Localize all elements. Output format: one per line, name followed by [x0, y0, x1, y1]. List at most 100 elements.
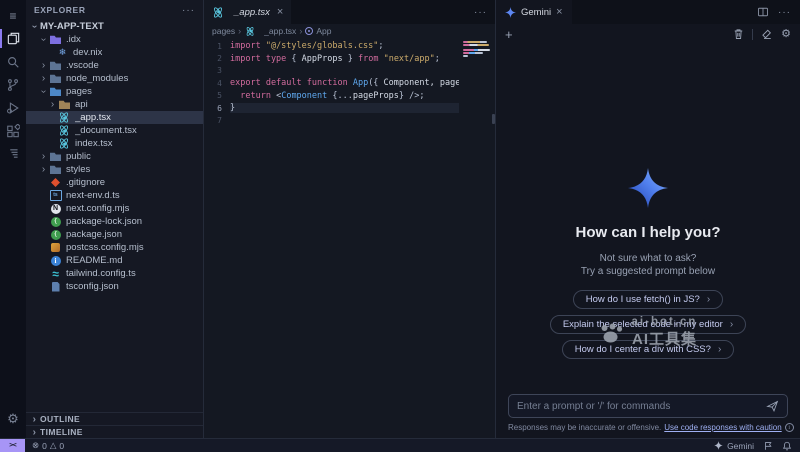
- tree-item-package-lock[interactable]: package-lock.json: [26, 215, 203, 228]
- json-icon: [49, 216, 62, 228]
- code-line: 5 return <Component {...pageProps} />;: [204, 90, 459, 102]
- gemini-settings-icon[interactable]: ⚙: [781, 29, 791, 40]
- explorer-sidebar: EXPLORER ··· MY-APP-TEXT .idx dev.nix .v…: [26, 0, 204, 438]
- prompt-input[interactable]: [517, 401, 760, 412]
- nextjs-icon: [49, 203, 62, 215]
- tree-item-idx[interactable]: .idx: [26, 33, 203, 46]
- editor-group: _app.tsx × ··· pages › _app.tsx › App 1i…: [204, 0, 496, 438]
- tree-item-next-config[interactable]: next.config.mjs: [26, 202, 203, 215]
- tree-item-node-modules[interactable]: node_modules: [26, 72, 203, 85]
- tailwind-icon: [49, 268, 62, 280]
- postcss-icon: [49, 242, 62, 254]
- gemini-subtitle: Not sure what to ask? Try a suggested pr…: [581, 252, 715, 278]
- run-debug-icon[interactable]: [0, 96, 26, 119]
- close-tab-icon[interactable]: ×: [277, 6, 283, 18]
- tree-item-public[interactable]: public: [26, 150, 203, 163]
- tree-item-postcss[interactable]: postcss.config.mjs: [26, 241, 203, 254]
- search-icon[interactable]: [0, 50, 26, 73]
- tree-item-styles[interactable]: styles: [26, 163, 203, 176]
- vscode-window: ≡ ⚙ EXPLORER: [0, 0, 800, 452]
- tree-item-gitignore[interactable]: .gitignore: [26, 176, 203, 189]
- scrollbar-thumb[interactable]: [492, 114, 495, 124]
- typescript-def-icon: [49, 190, 62, 202]
- tree-item-document-tsx[interactable]: _document.tsx: [26, 124, 203, 137]
- folder-icon: [49, 60, 62, 72]
- outline-section[interactable]: OUTLINE: [26, 412, 203, 425]
- gemini-panel: Gemini × ··· + ⚙: [496, 0, 800, 438]
- tree-item-tsconfig[interactable]: tsconfig.json: [26, 280, 203, 293]
- chevron-right-icon: [47, 99, 58, 110]
- symbol-class-icon: [305, 27, 313, 35]
- explorer-files-icon[interactable]: [0, 27, 26, 50]
- tree-item-app-tsx[interactable]: _app.tsx: [26, 111, 203, 124]
- chevron-right-icon: ›: [718, 344, 721, 355]
- tree-item-my-app-text[interactable]: MY-APP-TEXT: [26, 20, 203, 33]
- trash-icon[interactable]: [733, 28, 744, 40]
- chevron-right-icon: [38, 164, 49, 175]
- gemini-logo: [628, 166, 668, 210]
- explorer-actions-icon[interactable]: ···: [182, 5, 195, 16]
- error-icon: ⊗: [32, 440, 39, 451]
- git-icon: [49, 177, 62, 189]
- close-tab-icon[interactable]: ×: [556, 6, 562, 18]
- code-line: 2import type { AppProps } from "next/app…: [204, 52, 459, 64]
- gemini-toolbar: + ⚙: [496, 24, 800, 44]
- timeline-section[interactable]: TIMELINE: [26, 425, 203, 438]
- caution-link[interactable]: Use code responses with caution: [664, 423, 781, 432]
- editor-tabstrip: _app.tsx × ···: [204, 0, 495, 24]
- more-actions-icon[interactable]: ···: [778, 7, 791, 18]
- chevron-right-icon: [38, 73, 49, 84]
- tab-app-tsx[interactable]: _app.tsx ×: [204, 0, 291, 24]
- react-icon: [212, 6, 225, 18]
- tree-item-next-env[interactable]: next-env.d.ts: [26, 189, 203, 202]
- tree-item-readme[interactable]: README.md: [26, 254, 203, 267]
- source-control-icon[interactable]: [0, 73, 26, 96]
- chevron-right-icon: ›: [730, 319, 733, 330]
- settings-gear-icon[interactable]: ⚙: [0, 407, 26, 430]
- folder-icon: [49, 164, 62, 176]
- tsconfig-icon: [49, 281, 62, 293]
- chevron-right-icon: [29, 427, 40, 438]
- statusbar-gemini[interactable]: Gemini: [714, 441, 754, 451]
- chevron-down-icon: [38, 86, 49, 97]
- chevron-right-icon: [29, 414, 40, 425]
- suggested-prompt-explain-code[interactable]: Explain the selected code in my editor›: [550, 315, 746, 334]
- problems-indicator[interactable]: ⊗ 0 △ 0: [25, 440, 71, 451]
- warning-icon: △: [50, 440, 57, 451]
- tree-item-dev-nix[interactable]: dev.nix: [26, 46, 203, 59]
- folder-icon: [49, 86, 62, 98]
- new-chat-icon[interactable]: +: [505, 28, 513, 41]
- suggested-prompt-fetch[interactable]: How do I use fetch() in JS?›: [573, 290, 723, 309]
- folder-icon: [49, 73, 62, 85]
- output-lines-icon[interactable]: [0, 142, 26, 165]
- suggested-prompt-center-div[interactable]: How do I center a div with CSS?›: [562, 340, 735, 359]
- chevron-right-icon: [38, 151, 49, 162]
- menu-icon[interactable]: ≡: [0, 4, 26, 27]
- tab-gemini[interactable]: Gemini ×: [496, 0, 572, 24]
- editor-actions-icon[interactable]: ···: [474, 7, 487, 18]
- code-line: 3: [204, 65, 459, 77]
- folder-icon: [58, 99, 71, 111]
- code-editor[interactable]: 1import "@/styles/globals.css"; 2import …: [204, 38, 495, 438]
- chevron-right-icon: [38, 60, 49, 71]
- tree-item-vscode[interactable]: .vscode: [26, 59, 203, 72]
- tree-item-package-json[interactable]: package.json: [26, 228, 203, 241]
- gemini-sparkle-icon: [505, 7, 516, 18]
- remote-indicator[interactable]: ><: [0, 439, 25, 452]
- send-icon[interactable]: [766, 400, 779, 412]
- tree-item-pages[interactable]: pages: [26, 85, 203, 98]
- split-editor-icon[interactable]: [757, 6, 769, 18]
- gemini-title: How can I help you?: [575, 224, 720, 241]
- minimap[interactable]: [461, 38, 491, 438]
- feedback-icon[interactable]: [763, 441, 773, 451]
- breadcrumb[interactable]: pages › _app.tsx › App: [204, 24, 495, 38]
- react-icon: [58, 138, 71, 150]
- eraser-clear-icon[interactable]: [761, 28, 773, 40]
- extensions-icon[interactable]: [0, 119, 26, 142]
- code-line-current: 6}: [204, 102, 459, 114]
- bell-icon[interactable]: [782, 441, 792, 451]
- tree-item-index-tsx[interactable]: index.tsx: [26, 137, 203, 150]
- tree-item-api[interactable]: api: [26, 98, 203, 111]
- tree-item-tailwind[interactable]: tailwind.config.ts: [26, 267, 203, 280]
- chevron-down-icon: [29, 21, 40, 32]
